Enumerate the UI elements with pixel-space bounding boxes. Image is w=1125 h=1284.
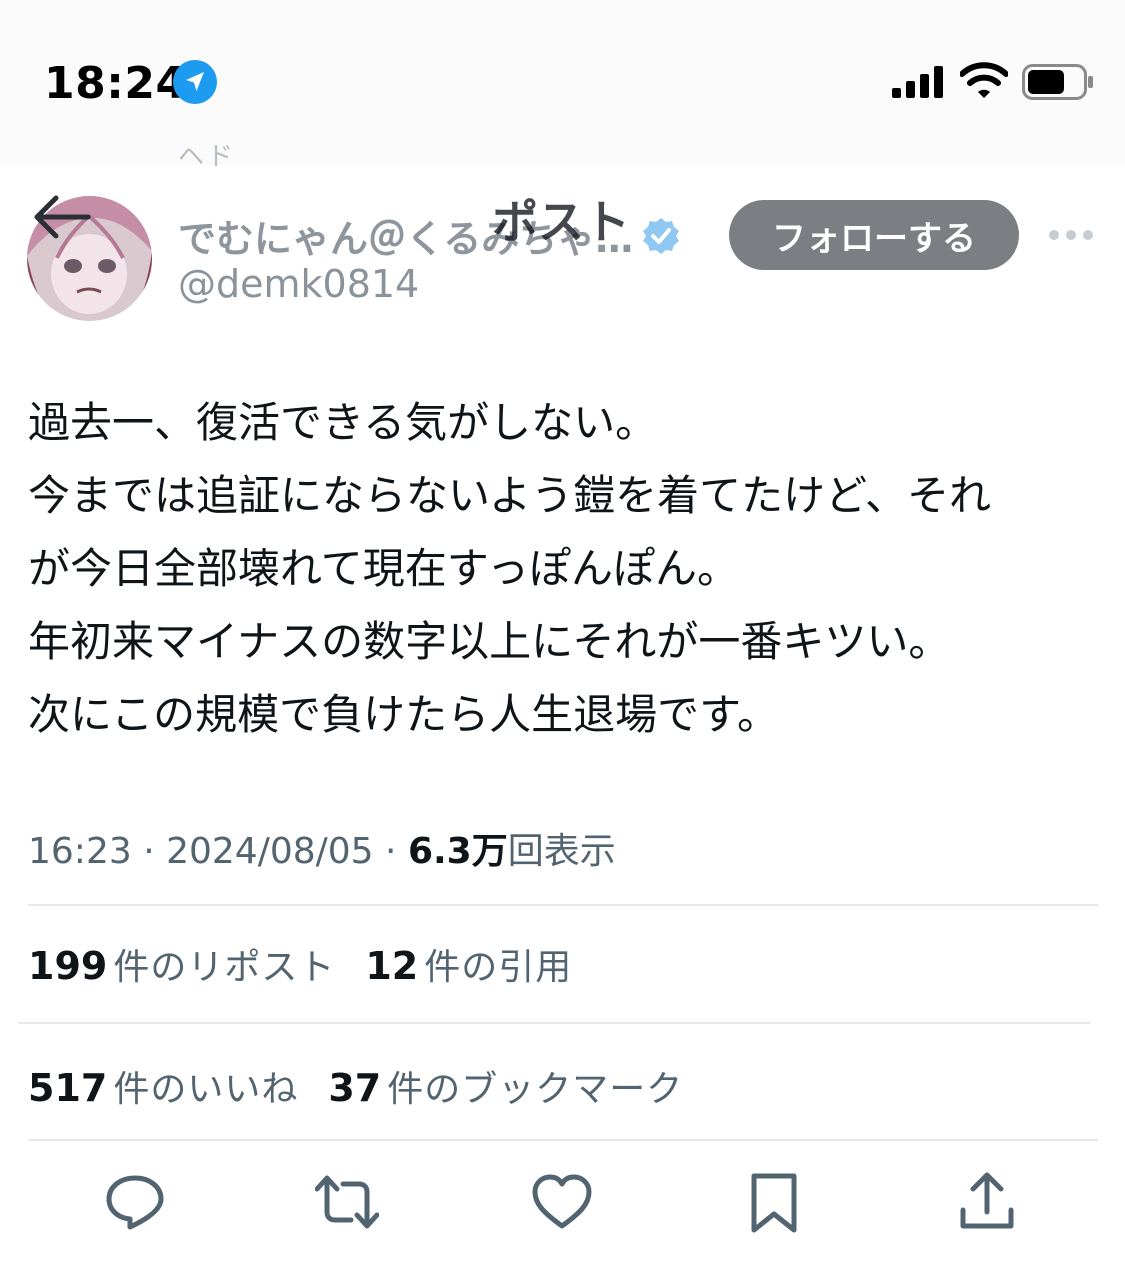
quotes-label: 件の引用 [424,947,573,988]
wifi-icon [960,62,1008,98]
bookmarks-label: 件のブックマーク [387,1069,684,1110]
verified-badge-icon [643,217,680,254]
post-date: 2024/08/05 [166,831,374,872]
divider [18,1022,1090,1024]
quotes-stat[interactable]: 12 件の引用 [365,938,572,990]
share-icon[interactable] [955,1170,1019,1234]
post-meta: 16:23 · 2024/08/05 · 6.3万回表示 [28,822,616,874]
back-arrow-icon[interactable] [32,194,92,240]
signal-icon [892,66,943,98]
reposts-count: 199 [28,944,108,988]
retweet-icon[interactable] [315,1170,379,1234]
user-handle[interactable]: @demk0814 [178,262,419,306]
likes-count: 517 [28,1066,108,1110]
bookmarks-stat[interactable]: 37 件のブックマーク [328,1060,683,1112]
meta-separator: · [143,831,167,872]
bookmarks-count: 37 [328,1066,382,1110]
post-time: 16:23 [28,831,132,872]
like-icon[interactable] [530,1170,594,1234]
post-line: 次にこの規模で負けたら人生退場です。 [28,690,779,739]
reposts-label: 件のリポスト [113,947,336,988]
divider [28,904,1098,906]
bookmark-icon[interactable] [742,1170,806,1234]
more-icon[interactable] [1048,224,1094,246]
battery-icon [1022,64,1093,100]
reply-icon[interactable] [103,1170,167,1234]
post-line: 過去一、復活できる気がしない。 [28,398,658,447]
like-bookmark-stats: 517 件のいいね 37 件のブックマーク [28,1060,683,1112]
post-text: 過去一、復活できる気がしない。 今までは追証にならないよう鎧を着てたけど、それ … [28,386,1098,751]
nav-title: ポスト [492,195,630,249]
divider [28,1139,1098,1141]
likes-stat[interactable]: 517 件のいいね [28,1060,298,1112]
status-time: 18:24 [44,58,187,109]
follow-button[interactable]: フォローする [729,200,1019,270]
post-line: 年初来マイナスの数字以上にそれが一番キツい。 [28,617,951,666]
likes-label: 件のいいね [113,1069,299,1110]
post-detail-screen: 18:24 ヘド でむにゃん＠くるみちゃ… ポスト @demk0814 フォロー… [0,0,1125,1284]
views-count[interactable]: 6.3万 [408,831,508,872]
location-arrow-icon [173,60,217,104]
post-line: が今日全部壊れて現在すっぽんぽん。 [28,544,740,593]
post-line: 今までは追証にならないよう鎧を着てたけど、それ [28,471,992,520]
repost-quote-stats: 199 件のリポスト 12 件の引用 [28,938,572,990]
quotes-count: 12 [365,944,419,988]
reposts-stat[interactable]: 199 件のリポスト [28,938,335,990]
nav-ghost-text: ヘド [178,142,237,172]
action-bar [0,1170,1125,1240]
views-label[interactable]: 回表示 [508,831,616,872]
meta-separator: · [385,831,408,872]
status-bar: 18:24 [0,0,1125,165]
